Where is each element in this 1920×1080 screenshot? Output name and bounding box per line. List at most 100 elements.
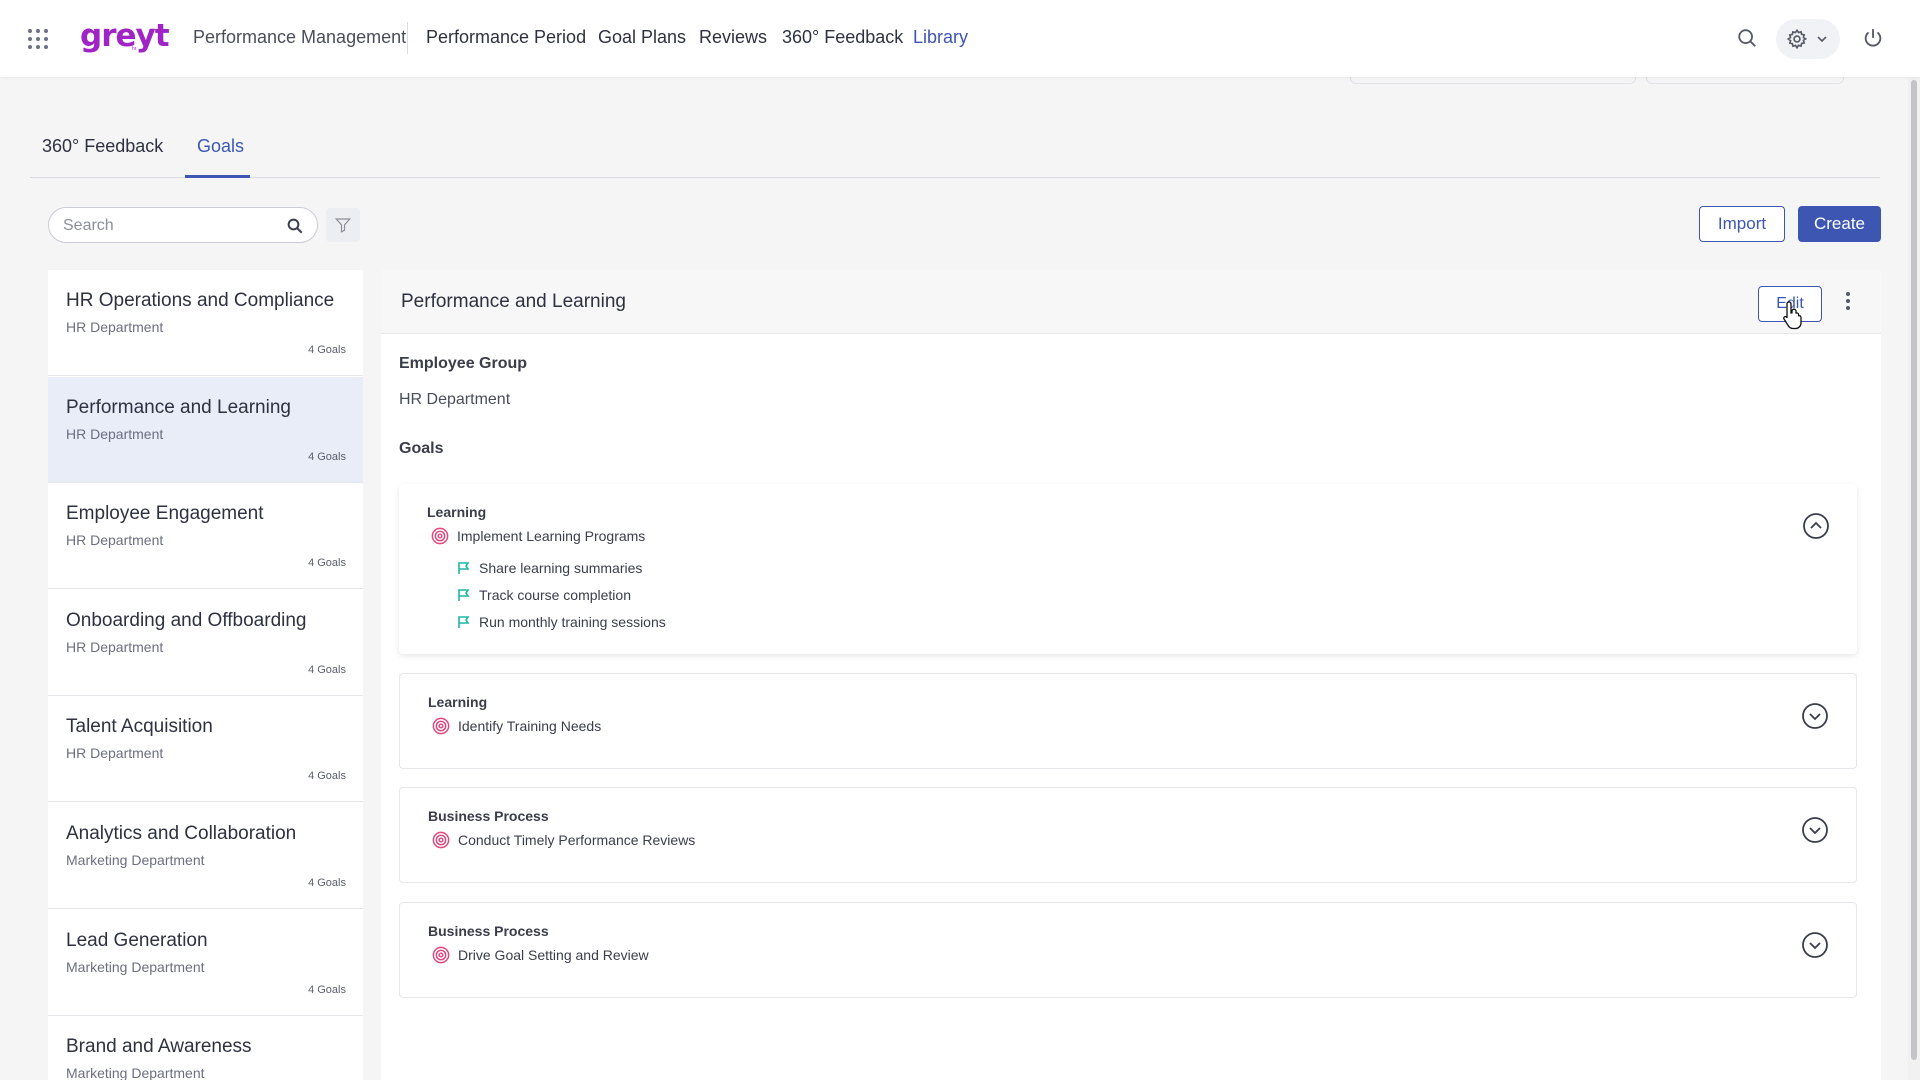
nav-divider — [407, 22, 408, 54]
chevron-down-icon — [1817, 36, 1827, 43]
logo-suffix: hr — [132, 46, 137, 52]
goal-plan-detail-panel: Performance and Learning Edit Employee G… — [381, 270, 1881, 1080]
active-tab-indicator — [185, 175, 250, 178]
goal-plan-department: HR Department — [66, 745, 164, 761]
goal-plan-count: 4 Goals — [308, 451, 346, 463]
filter-icon — [334, 218, 352, 233]
goal-title: Drive Goal Setting and Review — [432, 946, 649, 964]
flag-icon — [458, 616, 470, 628]
power-icon[interactable] — [1862, 27, 1884, 49]
create-button[interactable]: Create — [1798, 206, 1881, 242]
goal-plan-count: 4 Goals — [308, 557, 346, 569]
detail-title: Performance and Learning — [401, 291, 626, 312]
top-navigation-bar: greyt hr Performance Management Performa… — [0, 0, 1920, 77]
nav-360-feedback[interactable]: 360° Feedback — [782, 27, 903, 48]
flag-icon — [458, 562, 470, 574]
goal-plan-item[interactable]: Employee Engagement HR Department 4 Goal… — [48, 483, 363, 589]
goals-label: Goals — [399, 440, 444, 457]
scrollbar-thumb[interactable] — [1911, 80, 1917, 1060]
goal-plan-count: 4 Goals — [308, 344, 346, 356]
tab-goals[interactable]: Goals — [197, 136, 244, 157]
goal-plan-department: HR Department — [66, 426, 164, 442]
goal-plan-title: Performance and Learning — [66, 397, 291, 418]
chevron-down-circle-icon[interactable] — [1801, 816, 1829, 844]
sub-goal-text: Share learning summaries — [479, 560, 643, 576]
detail-header: Performance and Learning Edit — [381, 270, 1881, 334]
goal-plan-list: HR Operations and Compliance HR Departme… — [48, 270, 363, 1080]
filter-button[interactable] — [326, 208, 360, 242]
goal-plan-item[interactable]: Brand and Awareness Marketing Department — [48, 1016, 363, 1080]
sub-goal-item: Run monthly training sessions — [457, 614, 666, 630]
sub-goal-text: Track course completion — [479, 587, 631, 603]
search-icon[interactable] — [1736, 27, 1758, 49]
nav-performance-period[interactable]: Performance Period — [426, 27, 586, 48]
employee-group-value: HR Department — [399, 391, 511, 408]
goal-category: Learning — [427, 504, 487, 520]
goal-plan-count: 4 Goals — [308, 664, 346, 676]
module-title: Performance Management — [193, 27, 407, 47]
goal-plan-department: HR Department — [66, 639, 164, 655]
goal-plan-item[interactable]: Analytics and Collaboration Marketing De… — [48, 803, 363, 909]
goal-title: Implement Learning Programs — [431, 527, 645, 545]
goal-plan-item[interactable]: HR Operations and Compliance HR Departme… — [48, 270, 363, 376]
goal-plan-department: Marketing Department — [66, 959, 205, 975]
nav-library[interactable]: Library — [913, 27, 968, 48]
more-options-kebab-icon[interactable] — [1843, 292, 1853, 314]
goal-plan-title: Brand and Awareness — [66, 1036, 252, 1057]
chevron-up-circle-icon[interactable] — [1802, 512, 1830, 540]
goal-plan-title: Analytics and Collaboration — [66, 823, 297, 844]
nav-goal-plans[interactable]: Goal Plans — [598, 27, 686, 48]
goal-plan-count: 4 Goals — [308, 877, 346, 889]
goal-plan-title: Talent Acquisition — [66, 716, 213, 737]
tabs-divider — [30, 177, 1880, 178]
settings-menu-button[interactable] — [1776, 19, 1840, 59]
sub-goal-text: Run monthly training sessions — [479, 614, 666, 630]
employee-group-label: Employee Group — [399, 355, 528, 372]
goal-plan-title: Lead Generation — [66, 930, 208, 951]
goal-card[interactable]: Learning Identify Training Needs — [399, 673, 1857, 769]
goal-plan-title: Onboarding and Offboarding — [66, 610, 307, 631]
goal-plan-department: Marketing Department — [66, 1065, 205, 1080]
goal-plan-title: HR Operations and Compliance — [66, 290, 335, 311]
goal-card: Learning Implement Learning Programs Sha… — [399, 484, 1857, 654]
sub-goal-item: Track course completion — [457, 587, 631, 603]
goal-category: Business Process — [428, 808, 549, 824]
goal-plan-count: 4 Goals — [308, 770, 346, 782]
goal-category: Business Process — [428, 923, 549, 939]
nav-reviews[interactable]: Reviews — [699, 27, 767, 48]
tab-360-feedback[interactable]: 360° Feedback — [42, 136, 163, 157]
greythr-logo[interactable]: greyt — [80, 18, 170, 54]
target-icon — [432, 717, 450, 735]
goal-card[interactable]: Business Process Conduct Timely Performa… — [399, 787, 1857, 883]
goal-title: Identify Training Needs — [432, 717, 601, 735]
target-icon — [432, 946, 450, 964]
search-box — [48, 207, 318, 243]
goal-plan-item[interactable]: Onboarding and Offboarding HR Department… — [48, 590, 363, 696]
app-launcher-grid-icon[interactable] — [28, 29, 48, 49]
goal-title-text: Implement Learning Programs — [457, 528, 646, 544]
import-button[interactable]: Import — [1699, 206, 1785, 242]
page-scrollbar[interactable] — [1908, 0, 1920, 1080]
goal-plan-item[interactable]: Lead Generation Marketing Department 4 G… — [48, 910, 363, 1016]
goal-category: Learning — [428, 694, 488, 710]
chevron-down-circle-icon[interactable] — [1801, 931, 1829, 959]
search-icon[interactable] — [286, 217, 304, 235]
goal-title-text: Identify Training Needs — [458, 718, 602, 734]
goal-plan-title: Employee Engagement — [66, 503, 264, 524]
edit-button[interactable]: Edit — [1758, 286, 1822, 322]
goal-title-text: Conduct Timely Performance Reviews — [458, 832, 696, 848]
sub-goal-item: Share learning summaries — [457, 560, 642, 576]
gear-icon — [1786, 28, 1808, 50]
goal-plan-department: Marketing Department — [66, 852, 205, 868]
goal-title: Conduct Timely Performance Reviews — [432, 831, 695, 849]
target-icon — [431, 527, 449, 545]
goal-plan-item[interactable]: Talent Acquisition HR Department 4 Goals — [48, 696, 363, 802]
target-icon — [432, 831, 450, 849]
chevron-down-circle-icon[interactable] — [1801, 702, 1829, 730]
goal-title-text: Drive Goal Setting and Review — [458, 947, 649, 963]
goal-plan-department: HR Department — [66, 532, 164, 548]
goal-plan-count: 4 Goals — [308, 984, 346, 996]
goal-card[interactable]: Business Process Drive Goal Setting and … — [399, 902, 1857, 998]
goal-plan-item[interactable]: Performance and Learning HR Department 4… — [48, 377, 363, 483]
search-input[interactable] — [63, 215, 273, 237]
